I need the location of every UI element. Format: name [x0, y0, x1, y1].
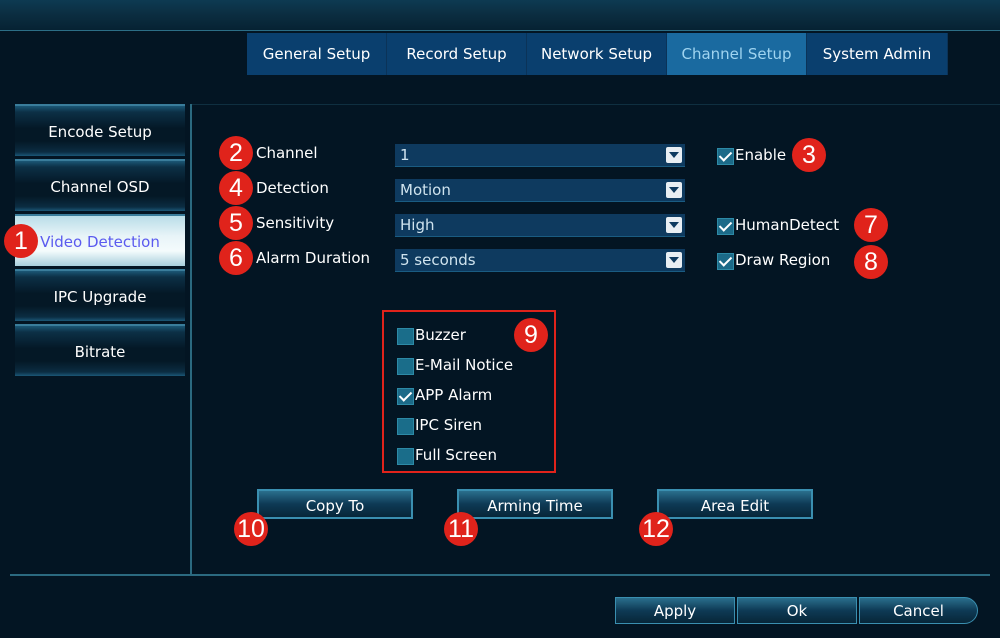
- sensitivity-value: High: [400, 216, 435, 234]
- tab-system-admin[interactable]: System Admin: [807, 33, 948, 75]
- app-alarm-label: APP Alarm: [415, 386, 493, 404]
- chevron-down-icon[interactable]: [666, 147, 682, 163]
- alarm-duration-select[interactable]: 5 seconds: [395, 249, 685, 272]
- sidebar-item-channel-osd[interactable]: Channel OSD: [15, 159, 185, 211]
- annotation-badge-4: 4: [219, 171, 253, 205]
- chevron-down-icon[interactable]: [666, 217, 682, 233]
- annotation-badge-8: 8: [854, 245, 888, 279]
- top-bar: [0, 0, 1000, 31]
- tab-record-setup[interactable]: Record Setup: [387, 33, 527, 75]
- buzzer-label: Buzzer: [415, 326, 466, 344]
- detection-label: Detection: [256, 179, 329, 197]
- ipc-siren-label: IPC Siren: [415, 416, 482, 434]
- buzzer-checkbox[interactable]: [397, 328, 414, 345]
- human-detect-checkbox[interactable]: [717, 218, 734, 235]
- content-top-divider: [192, 104, 1000, 105]
- alarm-duration-label: Alarm Duration: [256, 249, 371, 267]
- copy-to-button[interactable]: Copy To: [257, 489, 413, 519]
- annotation-badge-5: 5: [219, 206, 253, 240]
- annotation-badge-6: 6: [219, 241, 253, 275]
- cancel-button[interactable]: Cancel: [859, 597, 978, 624]
- ok-button[interactable]: Ok: [737, 597, 857, 624]
- footer-divider: [10, 574, 990, 576]
- chevron-down-icon[interactable]: [666, 252, 682, 268]
- annotation-badge-10: 10: [234, 512, 268, 546]
- annotation-badge-3: 3: [792, 138, 826, 172]
- ipc-siren-checkbox[interactable]: [397, 418, 414, 435]
- area-edit-button[interactable]: Area Edit: [657, 489, 813, 519]
- annotation-badge-11: 11: [444, 512, 478, 546]
- channel-value: 1: [400, 146, 410, 164]
- annotation-badge-12: 12: [639, 512, 673, 546]
- sidebar-item-ipc-upgrade[interactable]: IPC Upgrade: [15, 269, 185, 321]
- tab-general-setup[interactable]: General Setup: [247, 33, 387, 75]
- email-notice-label: E-Mail Notice: [415, 356, 514, 374]
- sidebar-item-encode-setup[interactable]: Encode Setup: [15, 104, 185, 156]
- annotation-badge-7: 7: [854, 208, 888, 242]
- full-screen-label: Full Screen: [415, 446, 497, 464]
- chevron-down-icon[interactable]: [666, 182, 682, 198]
- tab-channel-setup[interactable]: Channel Setup: [667, 33, 807, 75]
- sensitivity-label: Sensitivity: [256, 214, 335, 232]
- sidebar-item-video-detection[interactable]: Video Detection: [15, 214, 185, 266]
- enable-label: Enable: [735, 146, 787, 164]
- sidebar-item-bitrate[interactable]: Bitrate: [15, 324, 185, 376]
- channel-select[interactable]: 1: [395, 144, 685, 167]
- arming-time-button[interactable]: Arming Time: [457, 489, 613, 519]
- apply-button[interactable]: Apply: [615, 597, 735, 624]
- full-screen-checkbox[interactable]: [397, 448, 414, 465]
- draw-region-label: Draw Region: [735, 251, 831, 269]
- sensitivity-select[interactable]: High: [395, 214, 685, 237]
- alarm-duration-value: 5 seconds: [400, 251, 476, 269]
- channel-label: Channel: [256, 144, 318, 162]
- detection-select[interactable]: Motion: [395, 179, 685, 202]
- sidebar-divider: [190, 104, 192, 574]
- email-notice-checkbox[interactable]: [397, 358, 414, 375]
- tab-network-setup[interactable]: Network Setup: [527, 33, 667, 75]
- draw-region-checkbox[interactable]: [717, 253, 734, 270]
- annotation-badge-9: 9: [514, 318, 548, 352]
- top-tabs: General Setup Record Setup Network Setup…: [247, 33, 948, 75]
- annotation-badge-1: 1: [4, 224, 38, 258]
- annotation-badge-2: 2: [219, 136, 253, 170]
- enable-checkbox[interactable]: [717, 148, 734, 165]
- human-detect-label: HumanDetect: [735, 216, 840, 234]
- detection-value: Motion: [400, 181, 451, 199]
- app-alarm-checkbox[interactable]: [397, 388, 414, 405]
